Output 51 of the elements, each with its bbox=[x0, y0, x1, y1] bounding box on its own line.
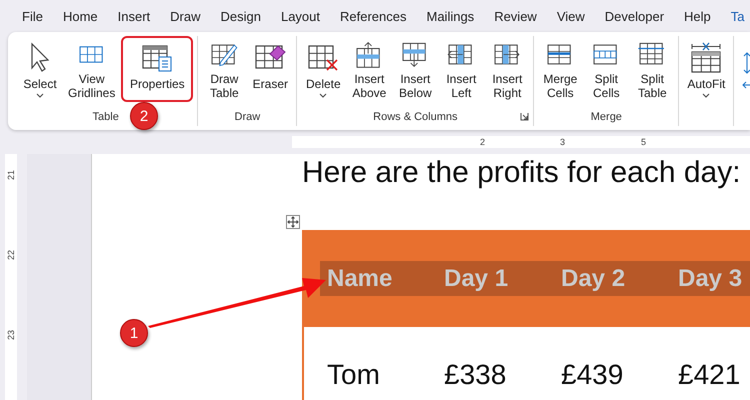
menu-tab[interactable]: Help bbox=[684, 8, 711, 24]
table-cell-text: £421 bbox=[678, 359, 742, 391]
merge-button[interactable]: Merge Cells bbox=[538, 36, 582, 102]
menu-tab[interactable]: Layout bbox=[280, 8, 320, 24]
move-handle-icon[interactable] bbox=[286, 215, 300, 229]
draw-table-button[interactable]: Draw Table bbox=[202, 36, 246, 102]
header-cell-text: Day 1 bbox=[443, 264, 510, 292]
ruler-number: 22 bbox=[6, 250, 16, 260]
split-cells-button[interactable]: Split Cells bbox=[584, 36, 628, 102]
chevron-down-icon bbox=[36, 93, 44, 98]
menu-tab[interactable]: File bbox=[22, 8, 43, 24]
chevron-down-icon bbox=[319, 93, 328, 98]
ruler-number: 3 bbox=[560, 137, 566, 147]
group-label: Merge bbox=[590, 110, 622, 125]
menu-tab[interactable]: Mailings bbox=[426, 8, 474, 24]
ruler-number: 5 bbox=[641, 137, 646, 147]
dialog-launcher-icon[interactable] bbox=[520, 112, 530, 121]
split-table-button[interactable]: Split Table bbox=[630, 36, 674, 102]
delete-button[interactable]: Delete bbox=[301, 36, 346, 102]
group-label: Draw bbox=[234, 110, 260, 125]
insert-right-button[interactable]: Insert Right bbox=[485, 36, 530, 102]
menu-tab[interactable]: Insert bbox=[118, 8, 150, 24]
table-cell-text: £338 bbox=[444, 359, 508, 391]
menu-tab[interactable]: Design bbox=[220, 8, 261, 24]
ruler-number: 21 bbox=[6, 170, 16, 180]
table-cell-text: Tom bbox=[327, 359, 381, 391]
table-cell-text: £439 bbox=[561, 359, 624, 391]
ruler-number: 23 bbox=[6, 330, 16, 340]
menu-tab[interactable]: View bbox=[556, 8, 585, 24]
header-cell-text: Name bbox=[326, 264, 394, 292]
header-cell-text: Day 2 bbox=[560, 264, 626, 292]
menu-tab[interactable]: Developer bbox=[604, 8, 664, 24]
menu-tab[interactable]: Draw bbox=[170, 8, 200, 24]
insert-below-button[interactable]: Insert Below bbox=[393, 36, 438, 102]
header-cell-text: Day 3 bbox=[677, 264, 744, 292]
heading-text: Here are the profits for each day: bbox=[302, 155, 742, 191]
menu-tab[interactable]: Review bbox=[494, 8, 537, 24]
properties-button[interactable]: Properties bbox=[121, 36, 194, 102]
gridlines-button[interactable]: View Gridlines bbox=[64, 36, 120, 102]
group-label: Table bbox=[92, 110, 119, 125]
group-label: Rows & Columns bbox=[373, 110, 458, 125]
menu-tab[interactable]: Home bbox=[62, 8, 98, 24]
autofit-button[interactable]: AutoFit bbox=[683, 36, 730, 102]
insert-above-button[interactable]: Insert Above bbox=[347, 36, 392, 102]
select-button[interactable]: Select bbox=[18, 36, 62, 102]
insert-left-button[interactable]: Insert Left bbox=[439, 36, 484, 102]
eraser-button[interactable]: Eraser bbox=[248, 36, 292, 102]
menu-tab[interactable]: Ta bbox=[730, 8, 745, 24]
ruler-number: 2 bbox=[480, 137, 486, 147]
chevron-down-icon bbox=[702, 93, 710, 98]
menu-tab[interactable]: References bbox=[340, 8, 406, 24]
